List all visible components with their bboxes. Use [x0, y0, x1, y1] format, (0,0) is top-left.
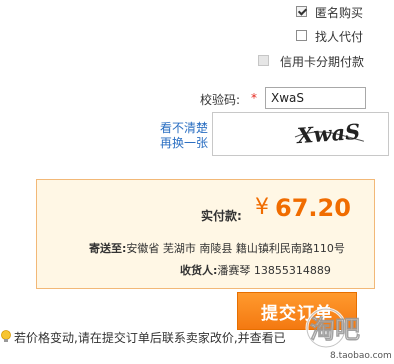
refresh-captcha-line1: 看不清楚 — [160, 121, 209, 135]
anonymous-purchase-label: 匿名购买 — [315, 6, 364, 20]
refresh-captcha-link[interactable]: 看不清楚 再换一张 — [160, 121, 208, 151]
order-summary-panel: 实付款: ¥ 67.20 寄送至:安徽省 芜湖市 南陵县 籍山镇利民南路110号… — [36, 179, 375, 289]
captcha-label: 校验码: — [200, 93, 241, 107]
total-amount: 67.20 — [275, 194, 351, 222]
proxy-pay-label: 找人代付 — [315, 30, 364, 44]
address-text: 安徽省 芜湖市 南陵县 籍山镇利民南路110号 — [126, 242, 345, 255]
taobao-watermark: 淘吧 8.taobao.com — [292, 297, 394, 361]
installment-checkbox[interactable] — [258, 55, 269, 66]
captcha-image-text: XwaS — [294, 119, 361, 148]
installment-label: 信用卡分期付款 — [280, 55, 365, 69]
watermark-text: 淘吧 — [310, 315, 360, 344]
receiver-label: 收货人: — [180, 264, 218, 277]
proxy-pay-checkbox[interactable] — [296, 30, 307, 41]
anonymous-purchase-checkbox[interactable] — [296, 6, 307, 17]
address-label: 寄送至: — [89, 242, 127, 255]
price-change-tip: 若价格变动,请在提交订单后联系卖家改价,并查看已 — [0, 329, 286, 347]
price-change-tip-text: 若价格变动,请在提交订单后联系卖家改价,并查看已 — [14, 331, 286, 345]
amount-label: 实付款: — [201, 209, 242, 223]
watermark-logo: 淘吧 8.taobao.com — [305, 307, 392, 361]
shipping-address: 寄送至:安徽省 芜湖市 南陵县 籍山镇利民南路110号 — [89, 240, 345, 256]
currency-symbol: ¥ — [255, 195, 269, 220]
required-mark: * — [251, 91, 257, 105]
lightbulb-icon — [0, 330, 12, 347]
captcha-input[interactable] — [265, 87, 366, 109]
refresh-captcha-line2: 再换一张 — [160, 136, 209, 150]
receiver-text: 潘赛琴 13855314889 — [217, 264, 331, 277]
watermark-url: 8.taobao.com — [330, 351, 392, 361]
receiver-info: 收货人:潘赛琴 13855314889 — [180, 262, 331, 278]
captcha-image-graphic: XwaS — [294, 119, 365, 148]
captcha-image[interactable]: XwaS — [212, 112, 389, 156]
